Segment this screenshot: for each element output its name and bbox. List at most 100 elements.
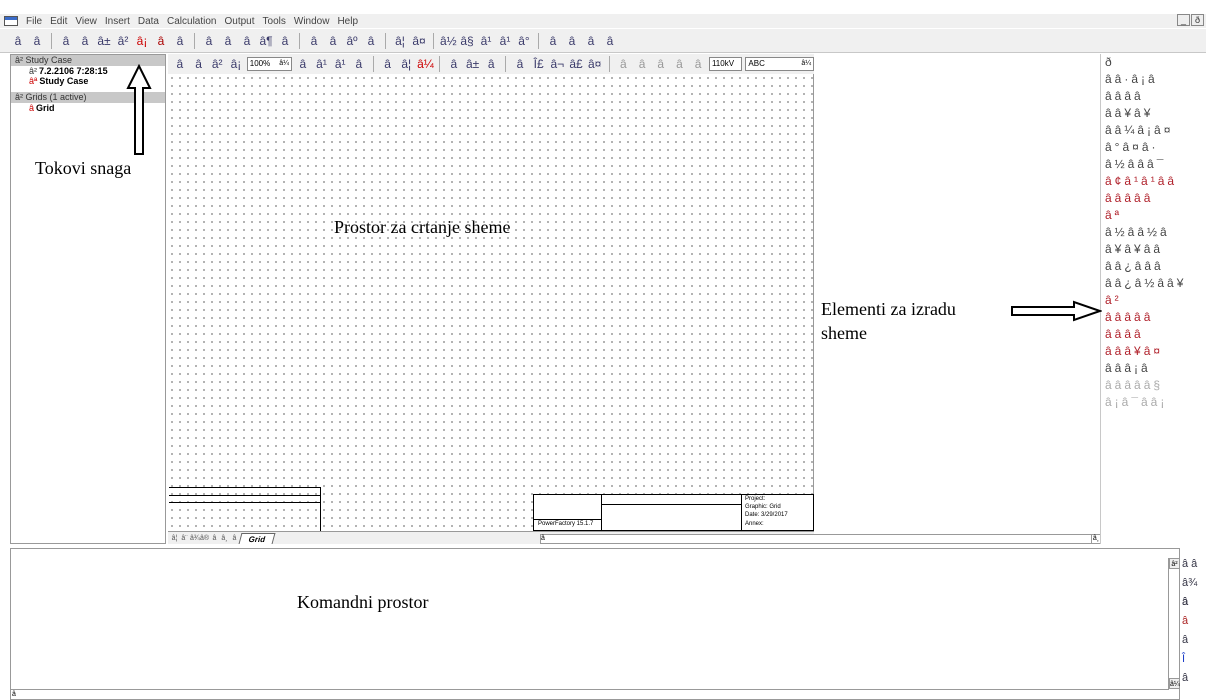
tab-next-icon[interactable]: â¸ xyxy=(220,534,229,543)
properties-icon[interactable]: â xyxy=(616,56,632,72)
snap-icon[interactable]: â¼ xyxy=(417,56,434,72)
table-icon[interactable]: â¦ xyxy=(392,33,408,49)
palette-row[interactable]: â½âââ¯ xyxy=(1101,156,1206,173)
canvas-horizontal-scrollbar[interactable]: â xyxy=(540,534,1100,544)
palette-row[interactable]: ð xyxy=(1101,54,1206,71)
tab-back-icon[interactable]: â¦ xyxy=(170,534,179,543)
save-icon[interactable]: â¾ â xyxy=(1180,574,1206,608)
menu-calculation[interactable]: Calculation xyxy=(163,16,220,27)
menu-tools[interactable]: Tools xyxy=(259,16,290,27)
chart-icon[interactable]: â xyxy=(29,33,45,49)
tab-forward-icon[interactable]: â¨ xyxy=(180,534,189,543)
sim-icon[interactable]: â xyxy=(201,33,217,49)
tools-icon[interactable]: â xyxy=(545,33,561,49)
palette-row[interactable]: â² xyxy=(1101,292,1206,309)
net-icon[interactable]: â° xyxy=(516,33,532,49)
menu-help[interactable]: Help xyxy=(333,16,362,27)
stop-icon[interactable]: â xyxy=(277,33,293,49)
palette-row[interactable]: âââââ§ xyxy=(1101,377,1206,394)
palette-row[interactable]: â¥â¥ââ xyxy=(1101,241,1206,258)
page-icon[interactable]: â xyxy=(10,33,26,49)
scroll-down-icon[interactable]: â¼ xyxy=(1169,678,1180,689)
menu-edit[interactable]: Edit xyxy=(46,16,71,27)
palette-row[interactable]: â¢â¹â¹ââ xyxy=(1101,173,1206,190)
zoom-icon[interactable]: â xyxy=(191,56,207,72)
voltage-icon[interactable]: â½ xyxy=(440,33,457,49)
palette-row[interactable]: â­â¥â¥ xyxy=(1101,105,1206,122)
voltage-select[interactable]: 110kV xyxy=(708,57,743,71)
palette-row[interactable]: âââ¡â xyxy=(1101,360,1206,377)
sum-icon[interactable]: Î£ xyxy=(531,56,547,72)
net-select-icon[interactable]: â xyxy=(351,56,367,72)
frame-icon[interactable]: â£ xyxy=(568,56,584,72)
playback-icon[interactable]: â¶ xyxy=(258,33,274,49)
tree-icon[interactable]: â§ xyxy=(459,33,475,49)
menu-data[interactable]: Data xyxy=(134,16,163,27)
copy-icon[interactable]: â xyxy=(672,56,688,72)
command-window[interactable] xyxy=(10,548,1180,700)
tab-grid[interactable]: Grid xyxy=(238,532,276,544)
palette-row[interactable]: â¡â¯ââ¡ xyxy=(1101,394,1206,411)
paste-icon[interactable]: â xyxy=(690,56,706,72)
zoom-all-icon[interactable]: â¡ xyxy=(228,56,244,72)
command-horizontal-scrollbar[interactable]: â xyxy=(10,689,1168,700)
reliability-icon[interactable]: â xyxy=(239,33,255,49)
scroll-up-icon[interactable]: â² xyxy=(1169,558,1180,569)
undo-icon[interactable]: âº xyxy=(344,33,360,49)
palette-row[interactable]: ââ¿â½ââ¥ xyxy=(1101,275,1206,292)
graph-icon[interactable]: â xyxy=(363,33,379,49)
zoom-select[interactable]: 100% â¼ xyxy=(246,57,292,71)
select2-icon[interactable]: â¹ xyxy=(332,56,348,72)
palette-row[interactable]: âââââ xyxy=(1101,309,1206,326)
export-icon[interactable]: â xyxy=(1180,669,1206,688)
paste-icon[interactable]: â xyxy=(1180,612,1206,631)
gear-calc2-icon[interactable]: â xyxy=(77,33,93,49)
palette-row[interactable]: ââââ xyxy=(1101,88,1206,105)
short-circuit-icon[interactable]: â¡ xyxy=(134,33,150,49)
report-icon[interactable]: â± xyxy=(96,33,112,49)
tab-menu-icon[interactable]: â¾ xyxy=(190,534,200,543)
tab-first-icon[interactable]: â® xyxy=(200,534,209,543)
settings-icon[interactable]: â xyxy=(564,33,580,49)
find-icon[interactable]: â xyxy=(1180,631,1206,650)
dynamic-icon[interactable]: â xyxy=(153,33,169,49)
palette-row[interactable]: â°â¤â· xyxy=(1101,139,1206,156)
zoom-back-icon[interactable]: â² xyxy=(209,56,225,72)
minimize-button[interactable]: _ xyxy=(1177,14,1190,26)
menu-insert[interactable]: Insert xyxy=(101,16,134,27)
palette-row[interactable]: âª xyxy=(1101,207,1206,224)
cut-icon[interactable]: â xyxy=(653,56,669,72)
menu-output[interactable]: Output xyxy=(220,16,258,27)
note-icon[interactable]: â± xyxy=(465,56,481,72)
sim2-icon[interactable]: â xyxy=(220,33,236,49)
delete-icon[interactable]: â xyxy=(634,56,650,72)
palette-row[interactable]: âââââ xyxy=(1101,190,1206,207)
gear-calc-icon[interactable]: â xyxy=(58,33,74,49)
layer-icon[interactable]: â¬ xyxy=(549,56,565,72)
tab-prev-icon[interactable]: â xyxy=(210,534,219,543)
edit-icon[interactable]: â xyxy=(446,56,462,72)
up-icon[interactable]: Î xyxy=(1180,650,1206,669)
menu-window[interactable]: Window xyxy=(290,16,334,27)
print-icon[interactable]: â xyxy=(380,56,396,72)
filter-icon[interactable]: â¤ xyxy=(411,33,427,49)
tree2-icon[interactable]: â¹ xyxy=(478,33,494,49)
palette-row[interactable]: ââââ xyxy=(1101,326,1206,343)
color-icon[interactable]: â xyxy=(512,56,528,72)
copy-icon[interactable]: â xyxy=(1180,593,1206,612)
record-icon[interactable]: â xyxy=(306,33,322,49)
tree3-icon[interactable]: â¹ xyxy=(497,33,513,49)
fit-icon[interactable]: â xyxy=(325,33,341,49)
text-style-select[interactable]: ABC â¼ xyxy=(745,57,815,71)
scissor-icon[interactable]: â xyxy=(602,33,618,49)
open-folder-icon[interactable]: â xyxy=(483,56,499,72)
grid-toggle-icon[interactable]: â¦ xyxy=(398,56,414,72)
restore-button[interactable]: ð xyxy=(1191,14,1204,26)
harmonics-icon[interactable]: â xyxy=(172,33,188,49)
select-icon[interactable]: â¹ xyxy=(314,56,330,72)
palette-row[interactable]: â½ââ½â xyxy=(1101,224,1206,241)
pan-icon[interactable]: â xyxy=(295,56,311,72)
drawing-canvas[interactable] xyxy=(168,74,814,530)
freeze-icon[interactable]: â xyxy=(172,56,188,72)
app-icon[interactable] xyxy=(4,16,18,26)
